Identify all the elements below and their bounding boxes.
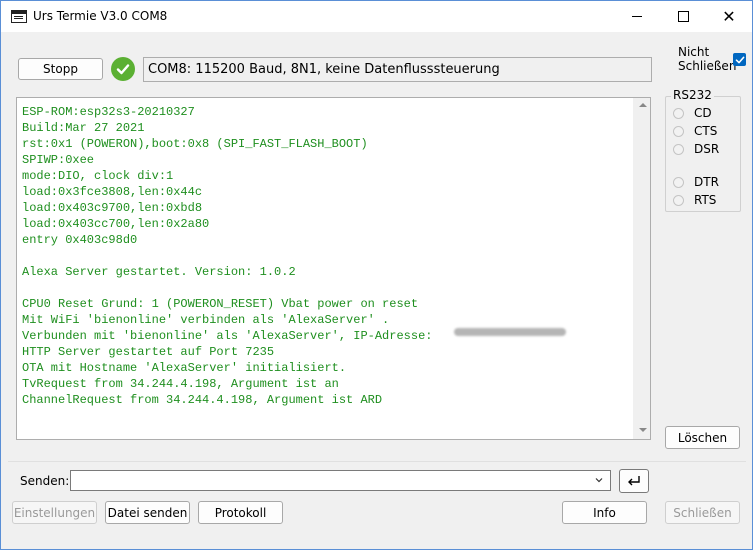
signal-dsr[interactable]: DSR <box>673 142 719 156</box>
close-button[interactable]: Schließen <box>665 501 740 524</box>
redacted-ip-address <box>454 328 566 336</box>
stop-button-label: Stopp <box>43 62 78 76</box>
enter-return-icon <box>628 476 640 486</box>
close-icon: ✕ <box>722 6 736 26</box>
window-title: Urs Termie V3.0 COM8 <box>33 9 168 23</box>
send-file-button-label: Datei senden <box>107 505 188 520</box>
minimize-button[interactable] <box>614 1 660 32</box>
log-button[interactable]: Protokoll <box>198 501 283 524</box>
send-input[interactable] <box>70 470 611 491</box>
clear-button[interactable]: Löschen <box>665 426 740 449</box>
nicht-schliessen-line1: Nicht <box>678 45 710 59</box>
title-bar[interactable]: Urs Termie V3.0 COM8 ✕ <box>1 1 752 32</box>
signal-dtr[interactable]: DTR <box>673 175 719 189</box>
clear-button-label: Löschen <box>677 430 728 445</box>
log-button-label: Protokoll <box>214 505 267 520</box>
info-button[interactable]: Info <box>562 501 647 524</box>
connection-status: COM8: 115200 Baud, 8N1, keine Datenfluss… <box>143 57 652 82</box>
connected-check-icon <box>111 57 135 81</box>
dsr-radio-icon <box>673 143 684 155</box>
scroll-up-arrow-icon[interactable] <box>639 103 647 107</box>
rts-radio-icon <box>673 194 684 206</box>
nicht-schliessen-label: Nicht Schließen <box>678 45 736 73</box>
signal-cts-label: CTS <box>694 124 718 138</box>
info-button-label: Info <box>593 505 616 520</box>
signal-cd-label: CD <box>694 106 712 120</box>
signal-rts[interactable]: RTS <box>673 193 716 207</box>
terminal-scrollbar[interactable] <box>633 98 650 439</box>
minimize-icon <box>632 16 642 17</box>
signal-dtr-label: DTR <box>694 175 719 189</box>
maximize-button[interactable] <box>660 1 706 32</box>
signal-cts[interactable]: CTS <box>673 124 717 138</box>
send-label: Senden: <box>20 474 70 488</box>
terminal-app-icon <box>11 10 27 23</box>
signal-cd[interactable]: CD <box>673 106 712 120</box>
terminal-output[interactable]: ESP-ROM:esp32s3-20210327 Build:Mar 27 20… <box>16 97 651 440</box>
stop-button[interactable]: Stopp <box>18 58 103 80</box>
signal-dsr-label: DSR <box>694 142 720 156</box>
checkmark-icon <box>735 56 744 63</box>
cts-radio-icon <box>673 125 684 137</box>
rs232-group-title: RS232 <box>671 88 714 102</box>
signal-rts-label: RTS <box>694 193 717 207</box>
send-button[interactable] <box>619 469 649 493</box>
send-file-button[interactable]: Datei senden <box>105 501 190 524</box>
dtr-radio-icon <box>673 176 684 188</box>
app-window: Urs Termie V3.0 COM8 ✕ Stopp COM8: 11520… <box>0 0 753 550</box>
cd-radio-icon <box>673 107 684 119</box>
nicht-schliessen-line2: Schließen <box>678 59 737 73</box>
nicht-schliessen-checkbox[interactable] <box>733 53 746 66</box>
close-button-label: Schließen <box>673 505 732 520</box>
scroll-down-arrow-icon[interactable] <box>639 428 647 432</box>
maximize-icon <box>677 11 689 22</box>
terminal-text: ESP-ROM:esp32s3-20210327 Build:Mar 27 20… <box>22 105 433 407</box>
close-window-button[interactable]: ✕ <box>706 1 752 32</box>
settings-button[interactable]: Einstellungen <box>12 501 97 524</box>
settings-button-label: Einstellungen <box>13 505 96 520</box>
chevron-down-icon[interactable] <box>595 476 603 484</box>
